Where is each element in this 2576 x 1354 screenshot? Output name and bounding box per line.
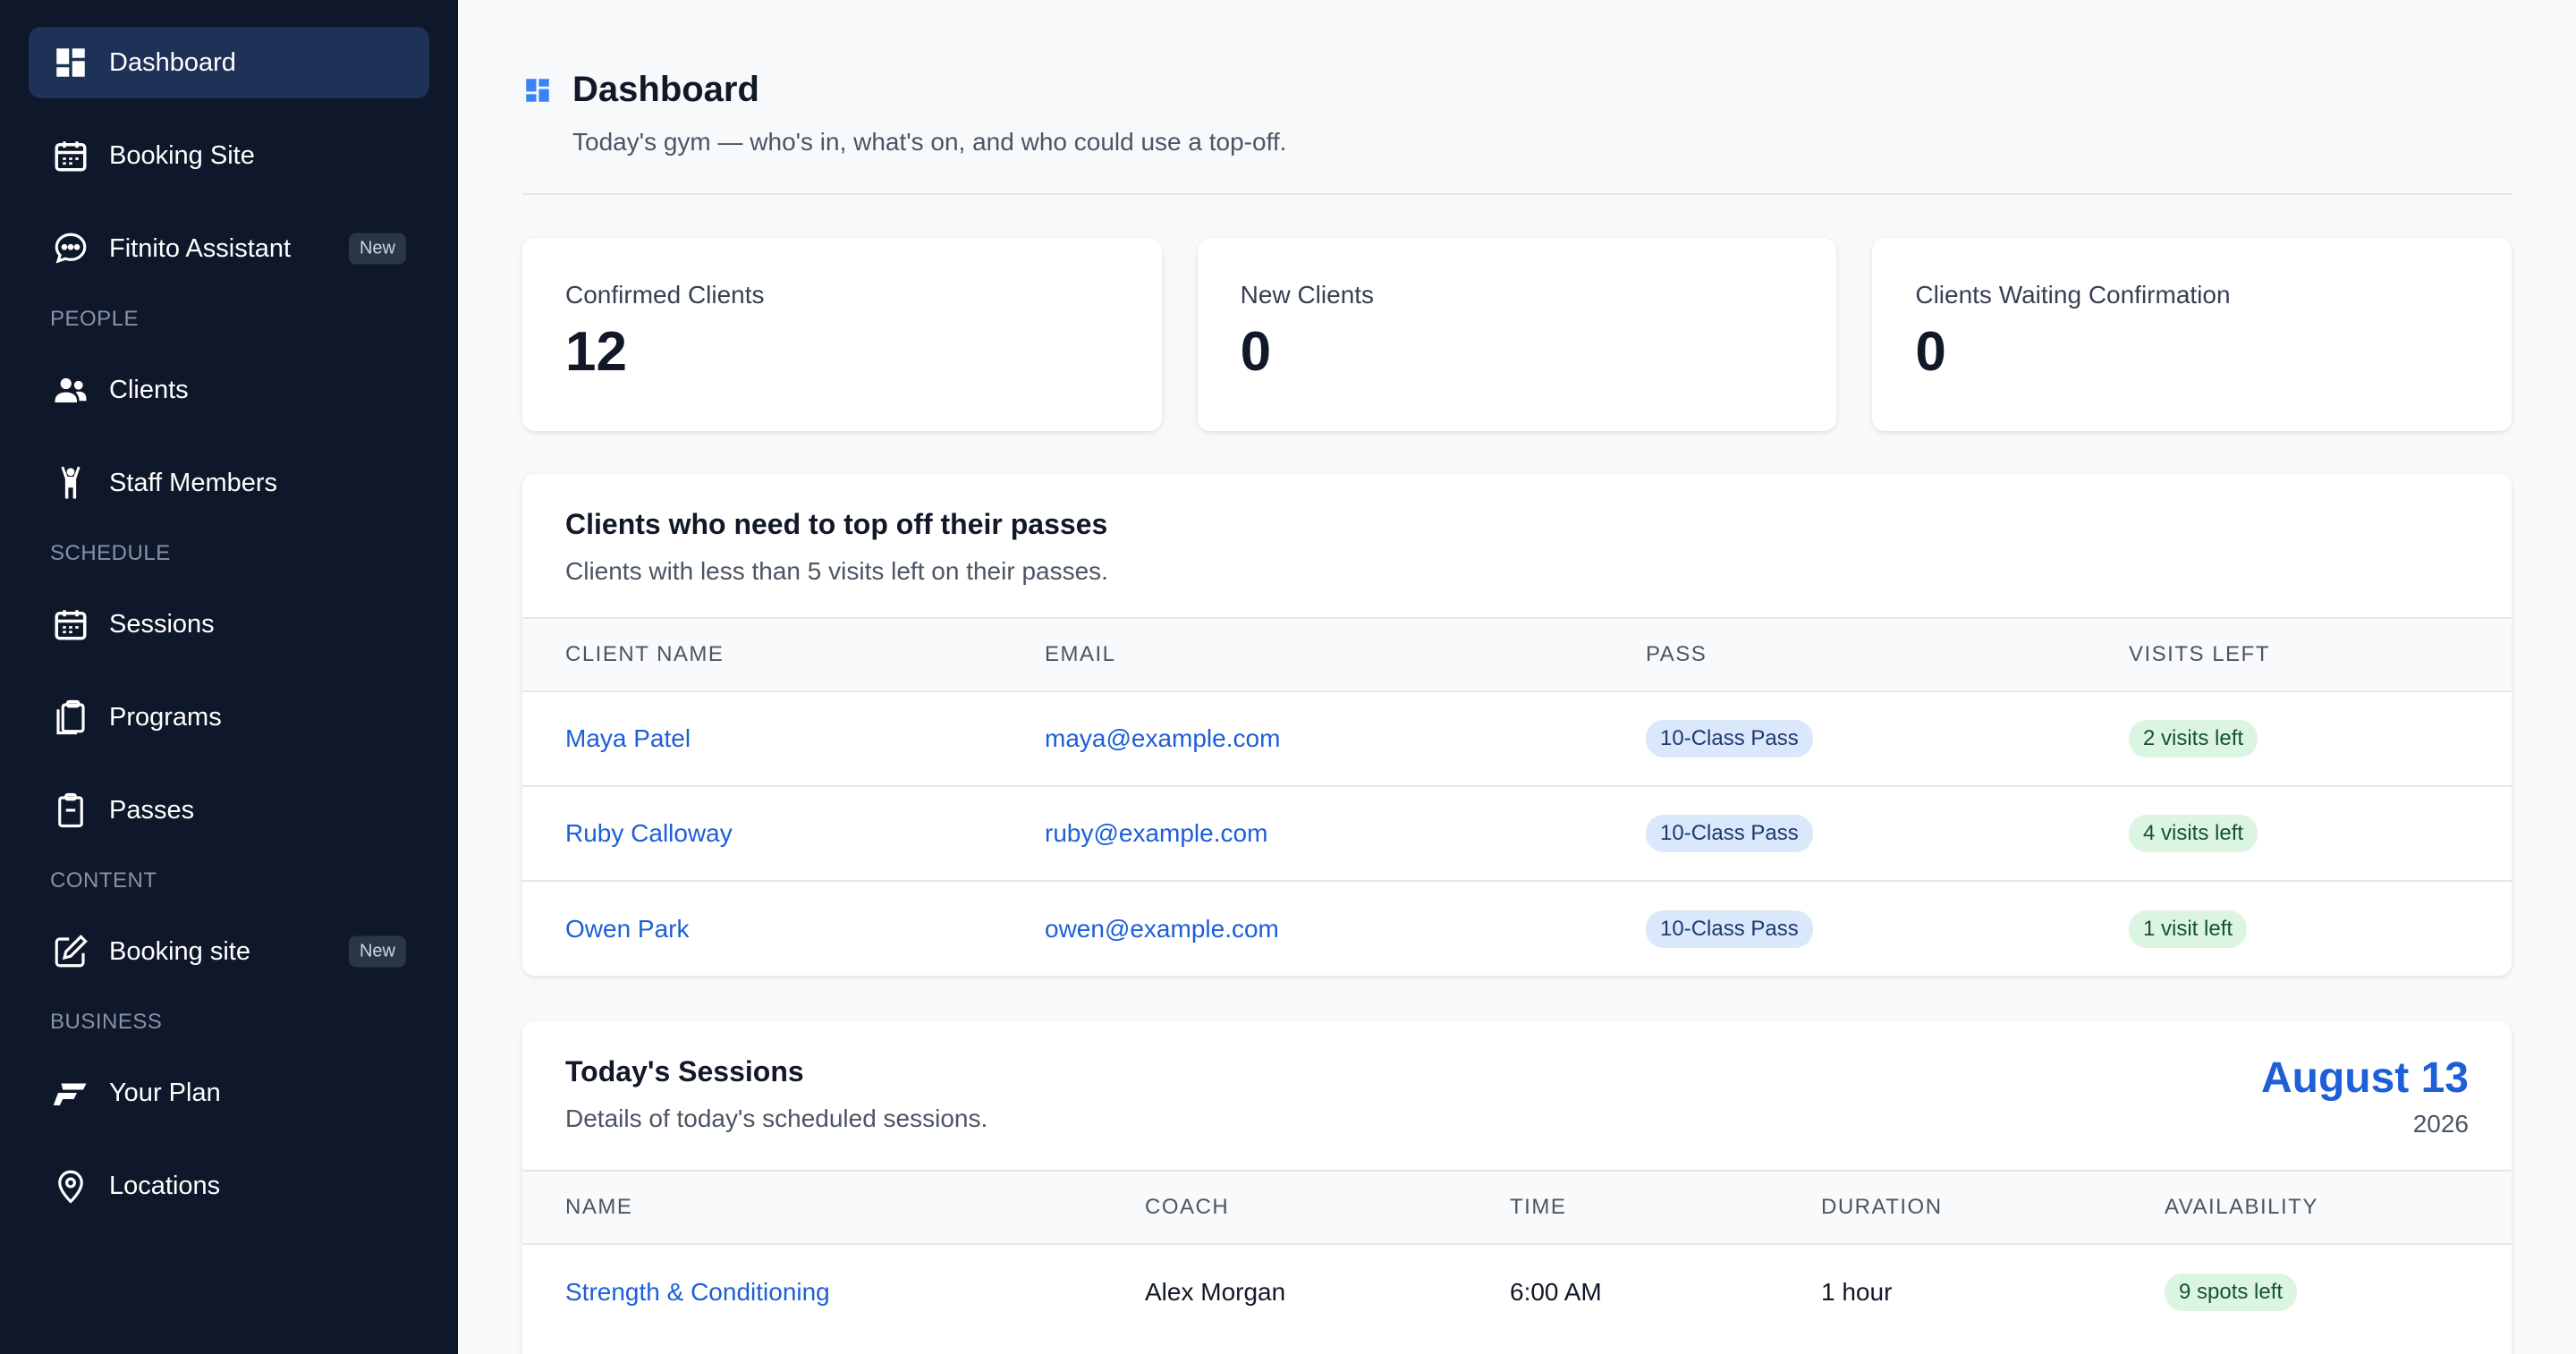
new-badge: New xyxy=(348,233,406,265)
column-header: AVAILABILITY xyxy=(2122,1170,2512,1245)
availability-badge: 9 spots left xyxy=(2165,1273,2298,1311)
sidebar-item-label: Your Plan xyxy=(109,1078,221,1107)
stat-label: Clients Waiting Confirmation xyxy=(1915,281,2231,309)
topoff-table: CLIENT NAME EMAIL PASS VISITS LEFT Maya … xyxy=(522,617,2512,976)
date-year: 2026 xyxy=(2412,1110,2469,1138)
client-name-link[interactable]: Maya Patel xyxy=(565,724,691,752)
clipboard-stack-icon xyxy=(52,698,89,736)
chat-bubble-icon xyxy=(52,230,89,267)
table-row: Owen Park owen@example.com 10-Class Pass… xyxy=(522,881,2512,976)
map-pin-icon xyxy=(52,1167,89,1205)
session-duration: 1 hour xyxy=(1821,1277,1893,1306)
sidebar-item-sessions[interactable]: Sessions xyxy=(29,588,429,660)
sidebar-item-dashboard[interactable]: Dashboard xyxy=(29,27,429,98)
sidebar-item-staff-members[interactable]: Staff Members xyxy=(29,447,429,519)
table-row: Ruby Calloway ruby@example.com 10-Class … xyxy=(522,786,2512,882)
sessions-panel: Today's Sessions Details of today's sche… xyxy=(522,1021,2512,1354)
stat-card-confirmed-clients: Confirmed Clients 12 xyxy=(522,238,1162,431)
sidebar-item-passes[interactable]: Passes xyxy=(29,774,429,846)
table-header-row: CLIENT NAME EMAIL PASS VISITS LEFT xyxy=(522,617,2512,692)
panel-title: Today's Sessions xyxy=(565,1055,804,1087)
client-email-link[interactable]: maya@example.com xyxy=(1045,724,1280,752)
sidebar-item-label: Booking site xyxy=(109,936,250,966)
column-header: CLIENT NAME xyxy=(522,617,1002,692)
visits-left-badge: 4 visits left xyxy=(2129,815,2258,852)
sidebar-item-programs[interactable]: Programs xyxy=(29,681,429,753)
sidebar-item-label: Sessions xyxy=(109,609,215,639)
session-name-link[interactable]: Strength & Conditioning xyxy=(565,1278,830,1306)
sidebar-item-label: Staff Members xyxy=(109,468,278,497)
sidebar-item-booking-site-content[interactable]: Booking site New xyxy=(29,916,429,987)
stat-label: New Clients xyxy=(1240,281,1375,309)
calendar-icon xyxy=(52,605,89,643)
sidebar: Dashboard Booking Site Fitnito Assistant… xyxy=(0,0,458,1354)
table-header-row: NAME COACH TIME DURATION AVAILABILITY xyxy=(522,1170,2512,1245)
stat-value: 0 xyxy=(1240,321,1272,383)
new-badge: New xyxy=(348,935,406,968)
column-header: DURATION xyxy=(1778,1170,2122,1245)
sidebar-item-locations[interactable]: Locations xyxy=(29,1150,429,1222)
client-email-link[interactable]: ruby@example.com xyxy=(1045,819,1267,847)
section-label-schedule: SCHEDULE xyxy=(50,541,171,565)
stat-card-waiting-confirmation: Clients Waiting Confirmation 0 xyxy=(1872,238,2512,431)
sidebar-item-label: Clients xyxy=(109,375,189,404)
person-raised-arms-icon xyxy=(52,464,89,502)
clipboard-icon xyxy=(52,791,89,829)
stat-label: Confirmed Clients xyxy=(565,281,765,309)
panel-title: Clients who need to top off their passes xyxy=(565,508,1108,540)
stat-value: 12 xyxy=(565,321,627,383)
table-row: Maya Patel maya@example.com 10-Class Pas… xyxy=(522,691,2512,787)
sidebar-item-label: Passes xyxy=(109,795,195,825)
column-header: VISITS LEFT xyxy=(2086,617,2512,692)
sessions-table: NAME COACH TIME DURATION AVAILABILITY St… xyxy=(522,1170,2512,1339)
visits-left-badge: 2 visits left xyxy=(2129,720,2258,757)
sidebar-item-label: Locations xyxy=(109,1171,221,1200)
panel-subtitle: Clients with less than 5 visits left on … xyxy=(565,557,1108,585)
stats-row: Confirmed Clients 12 New Clients 0 Clien… xyxy=(522,238,2512,431)
fitnito-logo-icon xyxy=(52,1074,89,1112)
sidebar-item-booking-site[interactable]: Booking Site xyxy=(29,120,429,191)
client-name-link[interactable]: Ruby Calloway xyxy=(565,819,733,847)
stat-card-new-clients: New Clients 0 xyxy=(1197,238,1837,431)
panel-subtitle: Details of today's scheduled sessions. xyxy=(565,1104,988,1132)
column-header: NAME xyxy=(522,1170,1102,1245)
main-content: Dashboard Today's gym — who's in, what's… xyxy=(458,0,2576,1354)
sidebar-item-clients[interactable]: Clients xyxy=(29,354,429,426)
edit-icon xyxy=(52,933,89,970)
session-time: 6:00 AM xyxy=(1510,1277,1602,1306)
dashboard-icon xyxy=(52,44,89,81)
table-row: Strength & Conditioning Alex Morgan 6:00… xyxy=(522,1244,2512,1339)
sidebar-item-label: Fitnito Assistant xyxy=(109,233,292,263)
column-header: EMAIL xyxy=(1002,617,1603,692)
pass-badge: 10-Class Pass xyxy=(1646,815,1813,852)
dashboard-icon xyxy=(526,78,549,102)
column-header: TIME xyxy=(1467,1170,1778,1245)
sidebar-item-label: Dashboard xyxy=(109,47,236,77)
page-title: Dashboard xyxy=(572,70,759,109)
visits-left-badge: 1 visit left xyxy=(2129,910,2248,948)
pass-badge: 10-Class Pass xyxy=(1646,910,1813,948)
topoff-panel: Clients who need to top off their passes… xyxy=(522,474,2512,976)
sidebar-item-fitnito-assistant[interactable]: Fitnito Assistant New xyxy=(29,213,429,284)
sidebar-item-label: Programs xyxy=(109,702,222,732)
page-header: Dashboard Today's gym — who's in, what's… xyxy=(522,70,2512,195)
page-subtitle: Today's gym — who's in, what's on, and w… xyxy=(572,128,1287,156)
date-month-day: August 13 xyxy=(2260,1054,2469,1102)
pass-badge: 10-Class Pass xyxy=(1646,720,1813,757)
date-display: August 13 2026 xyxy=(2261,1054,2469,1138)
users-icon xyxy=(52,371,89,409)
column-header: COACH xyxy=(1102,1170,1467,1245)
sidebar-item-your-plan[interactable]: Your Plan xyxy=(29,1057,429,1129)
column-header: PASS xyxy=(1603,617,2086,692)
client-name-link[interactable]: Owen Park xyxy=(565,915,690,943)
section-label-people: PEOPLE xyxy=(50,307,140,331)
sidebar-item-label: Booking Site xyxy=(109,140,255,170)
stat-value: 0 xyxy=(1915,321,1946,383)
session-coach: Alex Morgan xyxy=(1145,1277,1286,1306)
section-label-content: CONTENT xyxy=(50,868,157,893)
calendar-icon xyxy=(52,137,89,174)
section-label-business: BUSINESS xyxy=(50,1010,163,1034)
client-email-link[interactable]: owen@example.com xyxy=(1045,915,1279,943)
